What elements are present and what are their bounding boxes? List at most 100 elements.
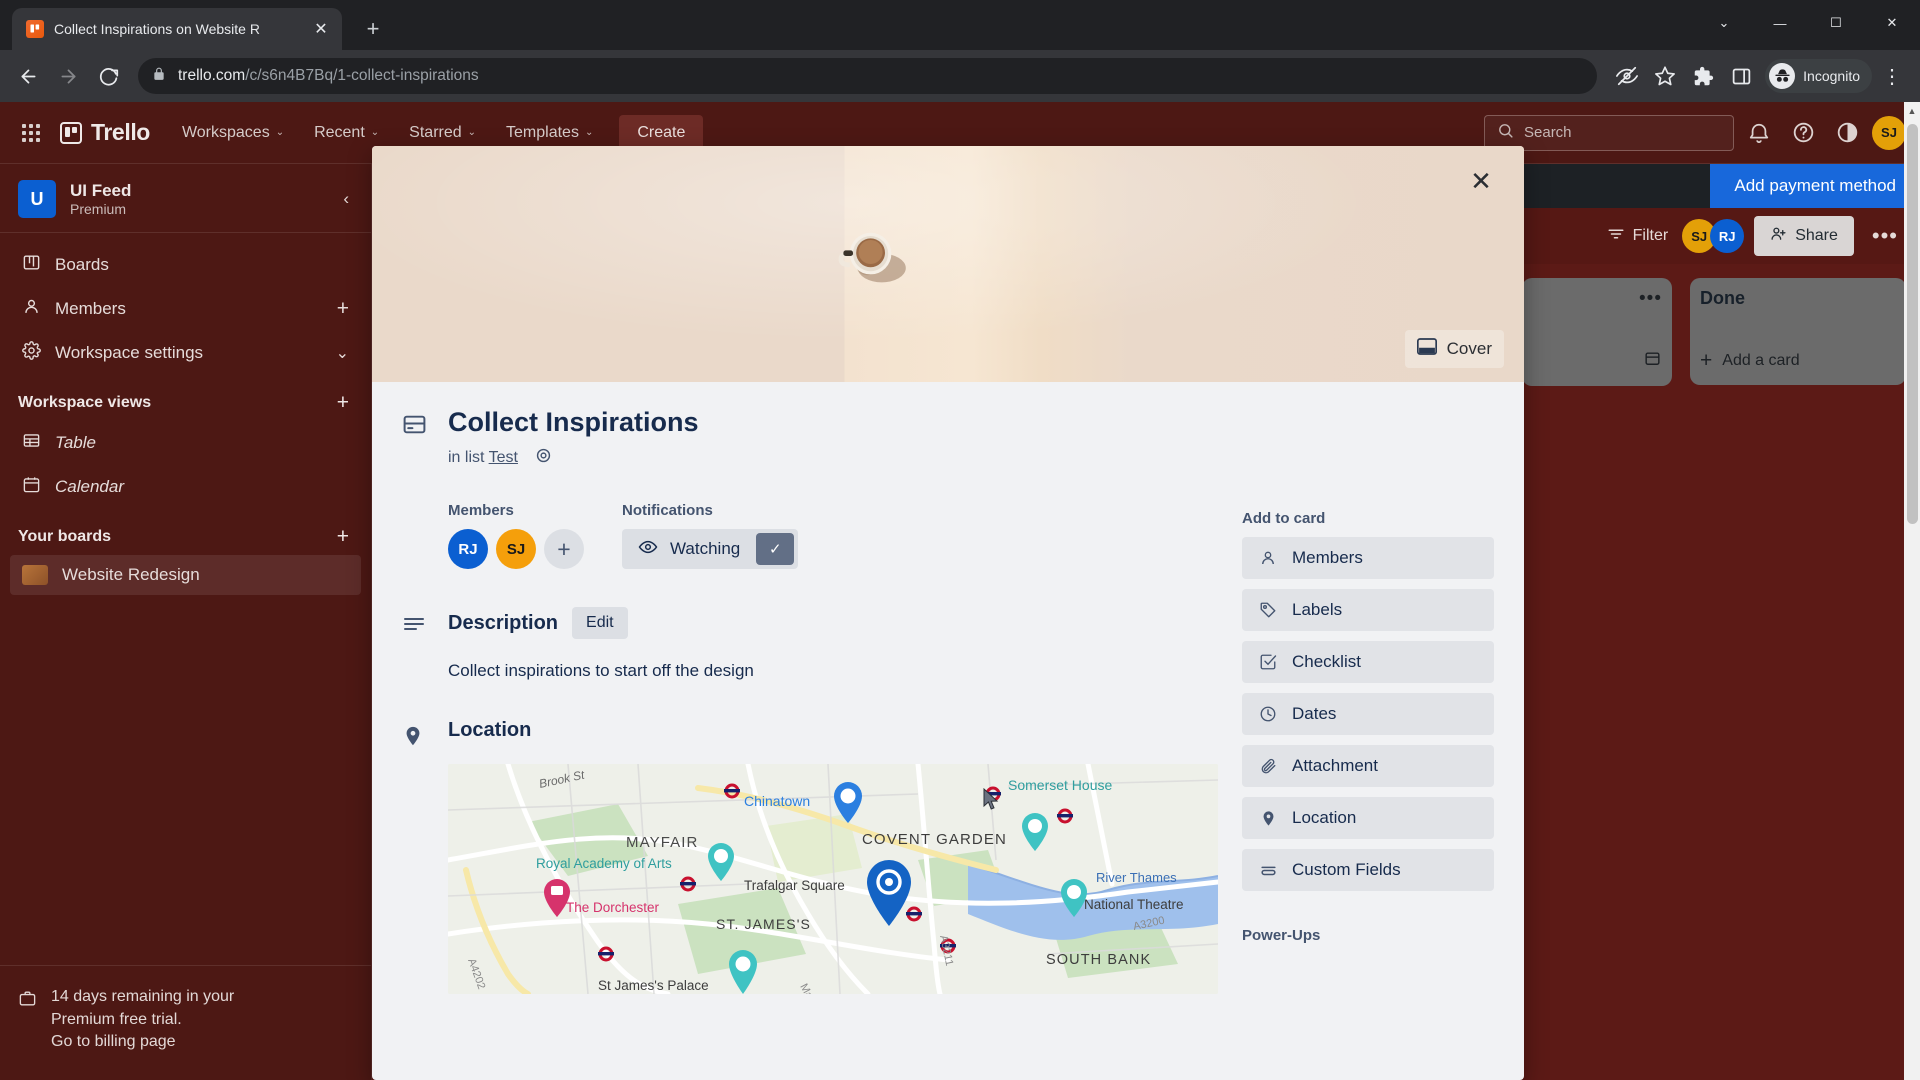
apps-grid-icon[interactable] <box>14 116 48 150</box>
add-member-button[interactable]: + <box>544 529 584 570</box>
incognito-label: Incognito <box>1803 68 1860 84</box>
back-icon[interactable] <box>10 58 46 94</box>
board-thumbnail <box>22 565 48 585</box>
gear-icon <box>22 341 41 365</box>
user-avatar[interactable]: SJ <box>1872 115 1906 150</box>
card-modal-body: Collect Inspirations in list Test Member… <box>372 382 1524 995</box>
sidebar-item-website-redesign[interactable]: Website Redesign <box>10 555 361 595</box>
browser-menu-icon[interactable]: ⋮ <box>1874 58 1910 94</box>
add-dates-button[interactable]: Dates <box>1242 693 1494 735</box>
chevron-down-icon[interactable]: ⌄ <box>336 343 349 363</box>
add-checklist-button[interactable]: Checklist <box>1242 641 1494 683</box>
nav-templates[interactable]: Templates ⌄ <box>494 116 605 150</box>
nav-recent-label: Recent <box>314 123 365 141</box>
collapse-sidebar-button[interactable]: ‹ <box>337 183 355 215</box>
reload-icon[interactable] <box>90 58 126 94</box>
nav-workspaces[interactable]: Workspaces ⌄ <box>170 116 296 150</box>
add-payment-method-button[interactable]: Add payment method <box>1710 164 1920 208</box>
card-in-list: in list Test <box>448 446 699 470</box>
add-location-button[interactable]: Location <box>1242 797 1494 839</box>
members-block: Members RJ SJ + <box>448 502 584 570</box>
page-scrollbar[interactable]: ▲ <box>1904 102 1920 1080</box>
chevron-down-icon: ⌄ <box>275 127 285 138</box>
browser-tab[interactable]: Collect Inspirations on Website R ✕ <box>12 8 342 50</box>
tab-close-icon[interactable]: ✕ <box>310 18 332 40</box>
maximize-button[interactable]: ☐ <box>1808 0 1864 46</box>
minimize-all-button[interactable]: ⌄ <box>1696 0 1752 46</box>
in-list-text: in list Test <box>448 449 518 467</box>
add-to-card-label: Attachment <box>1292 756 1378 775</box>
power-ups-header: Power-Ups <box>1242 927 1321 944</box>
trello-logo[interactable]: Trello <box>54 119 164 146</box>
description-text[interactable]: Collect inspirations to start off the de… <box>448 661 1218 681</box>
nav-recent[interactable]: Recent ⌄ <box>302 116 391 150</box>
cover-label: Cover <box>1446 339 1492 358</box>
workspace-views-label: Workspace views <box>18 394 152 411</box>
window-controls: ⌄ — ☐ ✕ <box>1696 0 1920 46</box>
help-circle-icon[interactable] <box>1784 114 1822 152</box>
add-to-card-label: Location <box>1292 808 1357 827</box>
card-title[interactable]: Collect Inspirations <box>448 406 699 438</box>
add-board-icon[interactable]: + <box>337 525 349 549</box>
edit-description-button[interactable]: Edit <box>572 607 628 640</box>
member-initials: RJ <box>458 540 478 558</box>
filter-icon <box>1607 225 1625 248</box>
scrollbar-thumb[interactable] <box>1907 124 1918 524</box>
board-member-avatar[interactable]: RJ <box>1710 219 1745 253</box>
notifications-bell-icon[interactable] <box>1740 114 1778 152</box>
side-panel-icon[interactable] <box>1723 58 1759 94</box>
user-avatar-initials: SJ <box>1881 125 1897 140</box>
sidebar-item-members[interactable]: Members + <box>10 287 361 331</box>
chevron-down-icon: ⌄ <box>467 127 477 138</box>
sidebar-item-workspace-settings[interactable]: Workspace settings ⌄ <box>10 331 361 375</box>
watching-toggle[interactable]: Watching ✓ <box>622 529 799 570</box>
add-view-icon[interactable]: + <box>337 391 349 415</box>
add-custom-fields-button[interactable]: Custom Fields <box>1242 849 1494 891</box>
in-list-name[interactable]: Test <box>489 449 518 466</box>
trello-favicon-icon <box>26 20 44 38</box>
tab-strip: Collect Inspirations on Website R ✕ + ⌄ … <box>0 0 1920 50</box>
add-labels-button[interactable]: Labels <box>1242 589 1494 631</box>
list-header: ••• <box>1532 288 1662 310</box>
card-template-icon[interactable] <box>1643 350 1662 374</box>
minimize-button[interactable]: — <box>1752 0 1808 46</box>
board-more-menu-button[interactable]: ••• <box>1864 223 1906 249</box>
location-map[interactable]: Brook St MAYFAIR Chinatown COVENT GARDEN… <box>448 764 1218 995</box>
list-menu-icon[interactable]: ••• <box>1639 288 1662 310</box>
profile-incognito-button[interactable]: Incognito <box>1765 59 1872 93</box>
add-to-card-label: Checklist <box>1292 652 1361 671</box>
chevron-down-icon: ⌄ <box>370 127 380 138</box>
eye-icon[interactable] <box>534 446 553 470</box>
add-a-card-button[interactable]: + Add a card <box>1700 349 1896 373</box>
add-to-card-label: Members <box>1292 548 1363 567</box>
board-list: ••• <box>1522 278 1672 386</box>
sidebar-item-calendar[interactable]: Calendar <box>10 465 361 509</box>
trial-notice[interactable]: 14 days remaining in your Premium free t… <box>0 964 371 1080</box>
list-title[interactable]: Done <box>1700 288 1745 309</box>
extensions-icon[interactable] <box>1685 58 1721 94</box>
add-member-icon[interactable]: + <box>337 297 349 321</box>
star-icon[interactable] <box>1647 58 1683 94</box>
cover-button[interactable]: Cover <box>1404 330 1504 368</box>
close-card-button[interactable]: ✕ <box>1462 162 1500 200</box>
add-attachment-button[interactable]: Attachment <box>1242 745 1494 787</box>
scroll-up-arrow-icon[interactable]: ▲ <box>1904 106 1920 116</box>
new-tab-button[interactable]: + <box>356 12 390 46</box>
member-avatar[interactable]: RJ <box>448 529 488 570</box>
add-members-button[interactable]: Members <box>1242 537 1494 579</box>
sidebar-item-boards[interactable]: Boards <box>10 243 361 287</box>
address-bar[interactable]: trello.com/c/s6n4B7Bq/1-collect-inspirat… <box>138 58 1598 94</box>
share-button[interactable]: Share <box>1754 216 1854 256</box>
trial-billing-link[interactable]: Go to billing page <box>51 1033 176 1050</box>
eye-off-icon[interactable] <box>1609 58 1645 94</box>
nav-starred[interactable]: Starred ⌄ <box>397 116 488 150</box>
member-avatar[interactable]: SJ <box>496 529 536 570</box>
forward-icon[interactable] <box>50 58 86 94</box>
tab-title: Collect Inspirations on Website R <box>54 21 260 37</box>
browser-window: Collect Inspirations on Website R ✕ + ⌄ … <box>0 0 1920 1080</box>
theme-contrast-icon[interactable] <box>1828 114 1866 152</box>
close-window-button[interactable]: ✕ <box>1864 0 1920 46</box>
sidebar-item-table[interactable]: Table <box>10 421 361 465</box>
url-text: trello.com/c/s6n4B7Bq/1-collect-inspirat… <box>178 67 479 85</box>
filter-button[interactable]: Filter <box>1597 219 1679 254</box>
